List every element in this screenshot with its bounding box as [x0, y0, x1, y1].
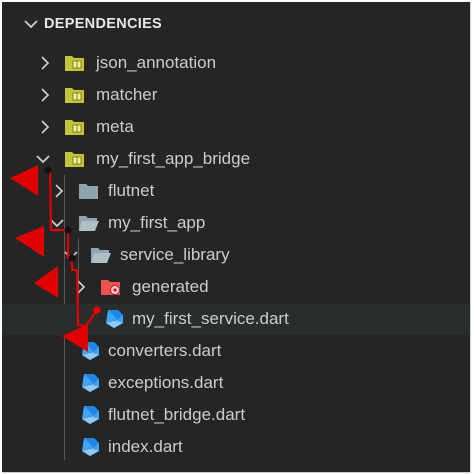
chevron-right-icon [38, 55, 52, 71]
tree-item-my-first-app-bridge[interactable]: my_first_app_bridge [2, 144, 470, 175]
dart-file-icon [102, 309, 124, 329]
tree-item-flutnet-bridge-dart[interactable]: flutnet_bridge.dart [2, 400, 470, 431]
chevron-down-icon [64, 247, 78, 263]
tree-item-converters-dart[interactable]: converters.dart [2, 336, 470, 367]
package-folder-icon [64, 117, 86, 137]
panel-bottom-edge [2, 460, 470, 472]
folder-icon [78, 181, 100, 201]
tree-item-label: meta [96, 117, 134, 136]
dart-file-icon [78, 373, 100, 393]
tree-item-label: my_first_app_bridge [96, 149, 251, 168]
tree-item-generated[interactable]: generated [2, 272, 470, 303]
tree-item-exceptions-dart[interactable]: exceptions.dart [2, 368, 470, 399]
folder-open-icon [90, 245, 112, 265]
chevron-down-icon [50, 215, 64, 231]
tree-item-json-annotation[interactable]: json_annotation [2, 48, 470, 79]
package-folder-icon [64, 85, 86, 105]
tree-item-label: service_library [120, 245, 230, 264]
tree-item-my-first-app[interactable]: my_first_app [2, 208, 470, 239]
tree-item-label: json_annotation [96, 53, 217, 72]
dart-file-icon [78, 341, 100, 361]
section-title: DEPENDENCIES [44, 16, 163, 32]
tree-item-label: my_first_service.dart [132, 309, 289, 328]
chevron-right-icon [52, 183, 66, 199]
package-folder-icon [64, 53, 86, 73]
tree-item-meta[interactable]: meta [2, 112, 470, 143]
tree-item-label: index.dart [108, 437, 183, 456]
folder-open-icon [78, 213, 100, 233]
tree-item-my-first-service-dart[interactable]: my_first_service.dart [2, 304, 470, 335]
tree-item-service-library[interactable]: service_library [2, 240, 470, 271]
tree-item-label: exceptions.dart [108, 373, 224, 392]
tree-item-label: generated [132, 277, 209, 296]
tree-item-flutnet[interactable]: flutnet [2, 176, 470, 207]
dart-file-icon [78, 405, 100, 425]
chevron-down-icon [36, 151, 50, 167]
tree-item-label: converters.dart [108, 341, 222, 360]
package-folder-icon [64, 149, 86, 169]
generated-folder-icon [100, 277, 122, 297]
chevron-down-icon [22, 15, 40, 33]
tree-item-label: matcher [96, 85, 158, 104]
tree-item-label: flutnet_bridge.dart [108, 405, 246, 424]
chevron-right-icon [74, 279, 88, 295]
tree-item-label: my_first_app [108, 213, 206, 232]
dependencies-section-header[interactable]: DEPENDENCIES [2, 2, 470, 46]
dart-file-icon [78, 437, 100, 457]
explorer-panel: DEPENDENCIES json_annotation matcher met… [2, 2, 471, 473]
tree-item-label: flutnet [108, 181, 155, 200]
tree-item-matcher[interactable]: matcher [2, 80, 470, 111]
chevron-right-icon [38, 119, 52, 135]
chevron-right-icon [38, 87, 52, 103]
tree-item-index-dart[interactable]: index.dart [2, 432, 470, 463]
